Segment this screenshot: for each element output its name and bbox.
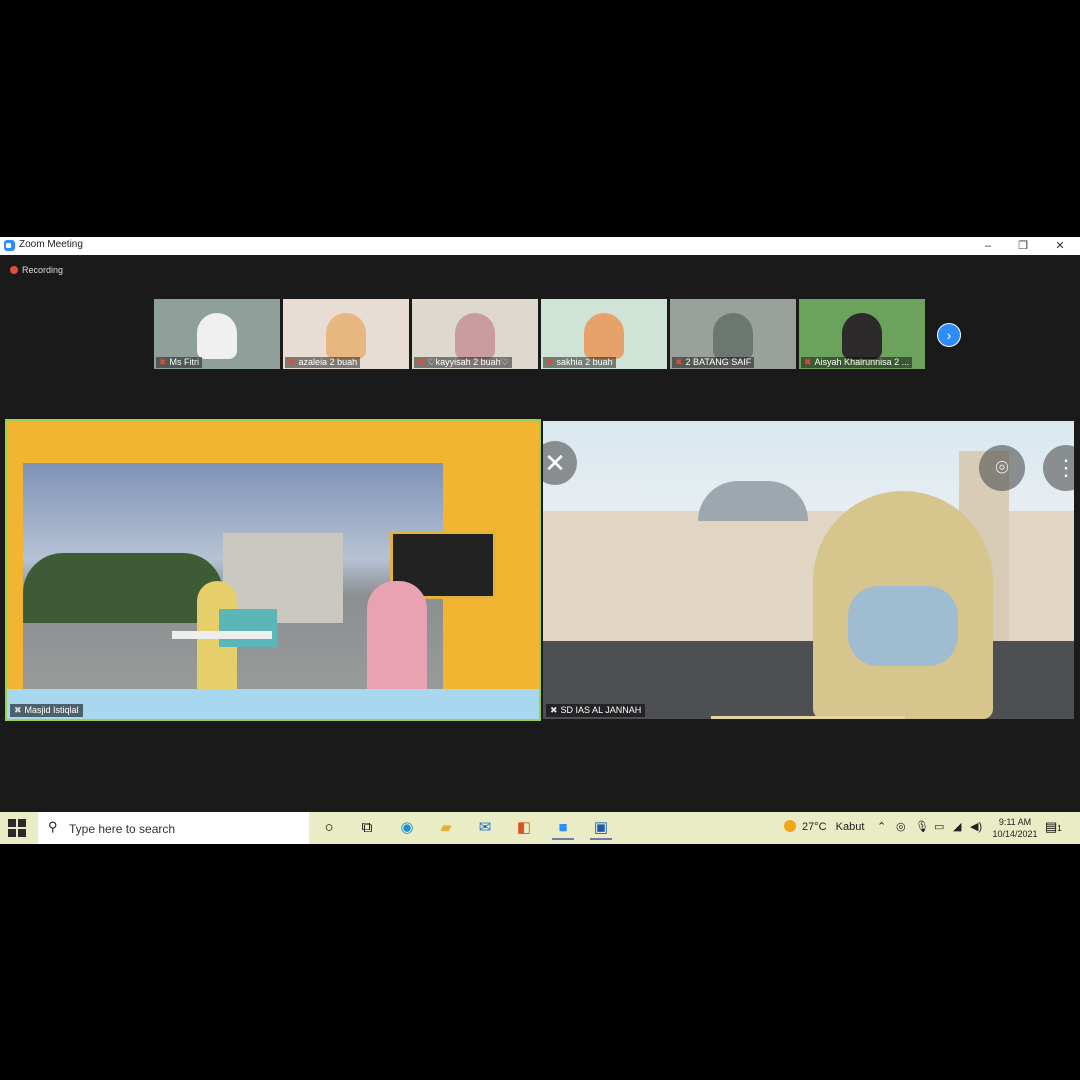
windows-taskbar: ⚲ Type here to search ○ ⧉ ◉ ▰ ✉ ◧ ■ ▣ 27… — [0, 812, 1080, 844]
chevron-up-icon[interactable]: ⌃ — [877, 820, 886, 833]
participant-video — [326, 313, 366, 359]
participant-thumbnail[interactable]: ✖ ♡kayyisah 2 buah♡ — [412, 299, 538, 369]
wifi-icon[interactable]: ◎ — [896, 820, 906, 833]
participant-video — [197, 313, 237, 359]
participant-thumbnail[interactable]: ✖ Ms Fitri — [154, 299, 280, 369]
desk-prop — [172, 631, 272, 639]
taskbar-search-box[interactable]: ⚲ Type here to search — [38, 812, 309, 844]
muted-mic-icon: ✖ — [288, 357, 296, 367]
participant-name: ♡kayyisah 2 buah♡ — [427, 357, 509, 367]
participant-name-tag: ✖ Ms Fitri — [156, 357, 203, 368]
network-icon[interactable]: ◢ — [953, 820, 961, 833]
participant-name: Ms Fitri — [169, 357, 200, 367]
participant-name: sakhia 2 buah — [556, 357, 613, 367]
notification-count: 1 — [1057, 824, 1062, 833]
participant-name-tag: ✖ sakhia 2 buah — [543, 357, 616, 368]
window-titlebar: Zoom Meeting – ❐ ✕ — [0, 237, 1080, 255]
maximize-button[interactable]: ❐ — [1006, 237, 1040, 255]
participant-thumbnail[interactable]: ✖ sakhia 2 buah — [541, 299, 667, 369]
weather-widget[interactable]: 27°C Kabut — [784, 820, 864, 833]
recording-dot-icon — [10, 266, 18, 274]
mail-icon[interactable]: ✉ — [474, 818, 496, 838]
mic-icon[interactable]: 🎙 — [915, 820, 929, 833]
edge-icon[interactable]: ◉ — [396, 818, 418, 838]
participant-video — [842, 313, 882, 359]
participant-video — [713, 313, 753, 359]
video-tile-active-speaker[interactable]: ✖ Masjid Istiqlal — [5, 419, 541, 721]
participant-name: 2 BATANG SAIF — [685, 357, 752, 367]
muted-mic-icon: ✖ — [675, 357, 683, 367]
participant-name-tag: ✖ azaleia 2 buah — [285, 357, 361, 368]
muted-mic-icon: ✖ — [159, 357, 167, 367]
file-explorer-icon[interactable]: ▰ — [435, 818, 457, 838]
clock-date: 10/14/2021 — [992, 829, 1038, 839]
trees-scenery — [23, 553, 223, 623]
meeting-area: Recording ✖ Ms Fitri ✖ azaleia 2 buah ✖ ♡ka… — [0, 255, 1080, 812]
zoom-icon[interactable]: ■ — [552, 818, 574, 840]
muted-mic-icon: ✖ — [546, 357, 554, 367]
cortana-icon[interactable]: ○ — [318, 818, 340, 838]
close-window-button[interactable]: ✕ — [1043, 237, 1077, 255]
laptop-prop — [219, 609, 277, 647]
system-clock[interactable]: 9:11 AM 10/14/2021 — [990, 816, 1040, 840]
zoom-app-icon — [4, 240, 15, 251]
tile-name: Masjid Istiqlal — [24, 705, 79, 715]
face-mask — [848, 586, 958, 666]
dome-scenery — [698, 481, 808, 521]
participant-video — [584, 313, 624, 359]
stage-floor — [7, 689, 539, 719]
minimize-button[interactable]: – — [971, 237, 1005, 255]
notification-icon[interactable]: ▤1 — [1045, 819, 1063, 837]
window-title: Zoom Meeting — [19, 239, 83, 250]
participant-name-tag: ✖ 2 BATANG SAIF — [672, 357, 755, 368]
more-options-icon[interactable]: ⋮ — [1043, 445, 1074, 491]
participant-thumbnail[interactable]: ✖ 2 BATANG SAIF — [670, 299, 796, 369]
tile-name: SD IAS AL JANNAH — [560, 705, 642, 715]
clock-time: 9:11 AM — [998, 817, 1032, 827]
participant-video — [455, 313, 495, 359]
participant-name: azaleia 2 buah — [298, 357, 358, 367]
weather-temp: 27°C — [802, 821, 827, 833]
pin-icon: ✖ — [14, 705, 22, 715]
recording-label: Recording — [22, 265, 64, 275]
task-view-icon[interactable]: ⧉ — [356, 818, 378, 838]
video-tile[interactable]: ✕ ⌾ ⋮ ✖ SD IAS AL JANNAH — [543, 421, 1074, 719]
participant-name-tag: ✖ ♡kayyisah 2 buah♡ — [414, 357, 512, 368]
muted-mic-icon: ✖ — [417, 357, 425, 367]
office-icon[interactable]: ◧ — [513, 818, 535, 838]
participant-name: Aisyah Khairunnisa 2 ... — [814, 357, 910, 367]
participant-thumbnail[interactable]: ✖ azaleia 2 buah — [283, 299, 409, 369]
battery-icon[interactable]: ▭ — [934, 820, 944, 833]
participant-thumbnail[interactable]: ✖ Aisyah Khairunnisa 2 ... — [799, 299, 925, 369]
pin-icon: ✖ — [550, 705, 558, 715]
tile-name-tag: ✖ Masjid Istiqlal — [10, 704, 83, 717]
weather-icon — [784, 820, 796, 832]
windows-start-icon[interactable] — [8, 819, 26, 837]
search-placeholder: Type here to search — [69, 822, 176, 836]
next-page-arrow-icon[interactable]: › — [937, 323, 961, 347]
muted-mic-icon: ✖ — [804, 357, 812, 367]
close-icon[interactable]: ✕ — [543, 441, 577, 485]
tile-name-tag: ✖ SD IAS AL JANNAH — [546, 704, 646, 717]
search-icon: ⚲ — [48, 819, 58, 834]
speaker-underline — [711, 716, 905, 719]
weather-text: Kabut — [835, 821, 865, 833]
lens-scan-icon[interactable]: ⌾ — [979, 445, 1025, 491]
word-icon[interactable]: ▣ — [590, 818, 612, 840]
volume-icon[interactable]: ◀) — [970, 820, 982, 833]
participant-name-tag: ✖ Aisyah Khairunnisa 2 ... — [801, 357, 913, 368]
recording-indicator[interactable]: Recording — [10, 265, 63, 275]
